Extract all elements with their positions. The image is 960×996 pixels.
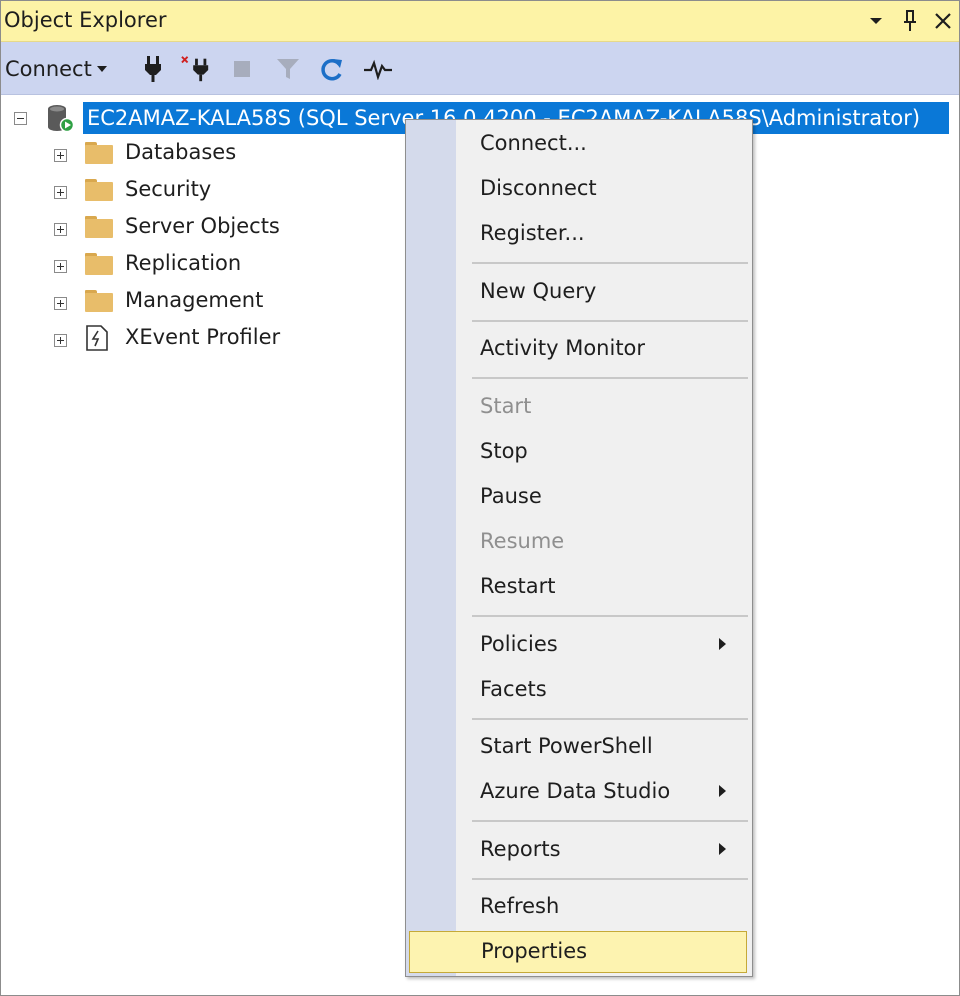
- menu-separator: [472, 615, 748, 617]
- expand-server-objects-icon[interactable]: [54, 223, 67, 236]
- menu-separator: [472, 820, 748, 822]
- disconnect-plug-icon[interactable]: [181, 54, 211, 84]
- menu-item-register[interactable]: Register...: [408, 213, 748, 253]
- pin-icon[interactable]: [897, 7, 923, 35]
- menu-item-disconnect[interactable]: Disconnect: [408, 168, 748, 208]
- activity-pulse-icon[interactable]: [363, 54, 393, 84]
- menu-item-reports[interactable]: Reports: [408, 829, 748, 869]
- menu-item-connect[interactable]: Connect...: [408, 123, 748, 163]
- stop-icon[interactable]: [227, 54, 257, 84]
- menu-separator: [472, 262, 748, 264]
- menu-item-facets[interactable]: Facets: [408, 669, 748, 709]
- connect-plug-icon[interactable]: [138, 54, 168, 84]
- chevron-down-icon: [96, 66, 107, 72]
- connect-label: Connect: [5, 57, 92, 81]
- collapse-server-icon[interactable]: [14, 112, 27, 125]
- submenu-arrow-icon: [719, 843, 726, 855]
- panel-title: Object Explorer: [4, 8, 167, 32]
- close-icon[interactable]: [930, 7, 956, 35]
- menu-item-start-powershell[interactable]: Start PowerShell: [408, 726, 748, 766]
- menu-item-pause[interactable]: Pause: [408, 476, 748, 516]
- tree-node-replication[interactable]: Replication: [125, 251, 241, 275]
- expand-security-icon[interactable]: [54, 186, 67, 199]
- submenu-arrow-icon: [719, 638, 726, 650]
- expand-xevent-profiler-icon[interactable]: [54, 334, 67, 347]
- xevent-profiler-icon: [85, 325, 109, 351]
- menu-separator: [472, 878, 748, 880]
- menu-item-azure-data-studio[interactable]: Azure Data Studio: [408, 771, 748, 811]
- folder-icon: [85, 179, 113, 201]
- folder-icon: [85, 216, 113, 238]
- explorer-toolbar: Connect: [1, 42, 959, 95]
- dropdown-caret-icon[interactable]: [863, 7, 889, 35]
- server-context-menu: Connect... Disconnect Register... New Qu…: [405, 119, 753, 977]
- expand-databases-icon[interactable]: [54, 149, 67, 162]
- menu-separator: [472, 377, 748, 379]
- submenu-arrow-icon: [719, 785, 726, 797]
- folder-icon: [85, 290, 113, 312]
- folder-icon: [85, 142, 113, 164]
- expand-replication-icon[interactable]: [54, 260, 67, 273]
- menu-item-policies[interactable]: Policies: [408, 624, 748, 664]
- menu-item-new-query[interactable]: New Query: [408, 271, 748, 311]
- menu-item-restart[interactable]: Restart: [408, 566, 748, 606]
- panel-titlebar: Object Explorer: [1, 1, 959, 42]
- expand-management-icon[interactable]: [54, 297, 67, 310]
- menu-item-refresh[interactable]: Refresh: [408, 886, 748, 926]
- refresh-icon[interactable]: [317, 54, 347, 84]
- menu-separator: [472, 320, 748, 322]
- menu-item-stop[interactable]: Stop: [408, 431, 748, 471]
- object-explorer-window: Object Explorer Connect EC2AMAZ-KALA58S …: [0, 0, 960, 996]
- tree-node-management[interactable]: Management: [125, 288, 263, 312]
- folder-icon: [85, 253, 113, 275]
- tree-node-xevent-profiler[interactable]: XEvent Profiler: [125, 325, 280, 349]
- menu-item-start: Start: [480, 394, 532, 418]
- menu-item-resume: Resume: [480, 529, 565, 553]
- tree-node-databases[interactable]: Databases: [125, 140, 236, 164]
- menu-item-properties[interactable]: Properties: [409, 931, 747, 973]
- tree-node-security[interactable]: Security: [125, 177, 211, 201]
- menu-separator: [472, 718, 748, 720]
- menu-item-activity-monitor[interactable]: Activity Monitor: [408, 328, 748, 368]
- tree-node-server-objects[interactable]: Server Objects: [125, 214, 280, 238]
- filter-icon[interactable]: [273, 54, 303, 84]
- database-server-icon: [45, 103, 75, 133]
- connect-dropdown-button[interactable]: Connect: [5, 54, 107, 84]
